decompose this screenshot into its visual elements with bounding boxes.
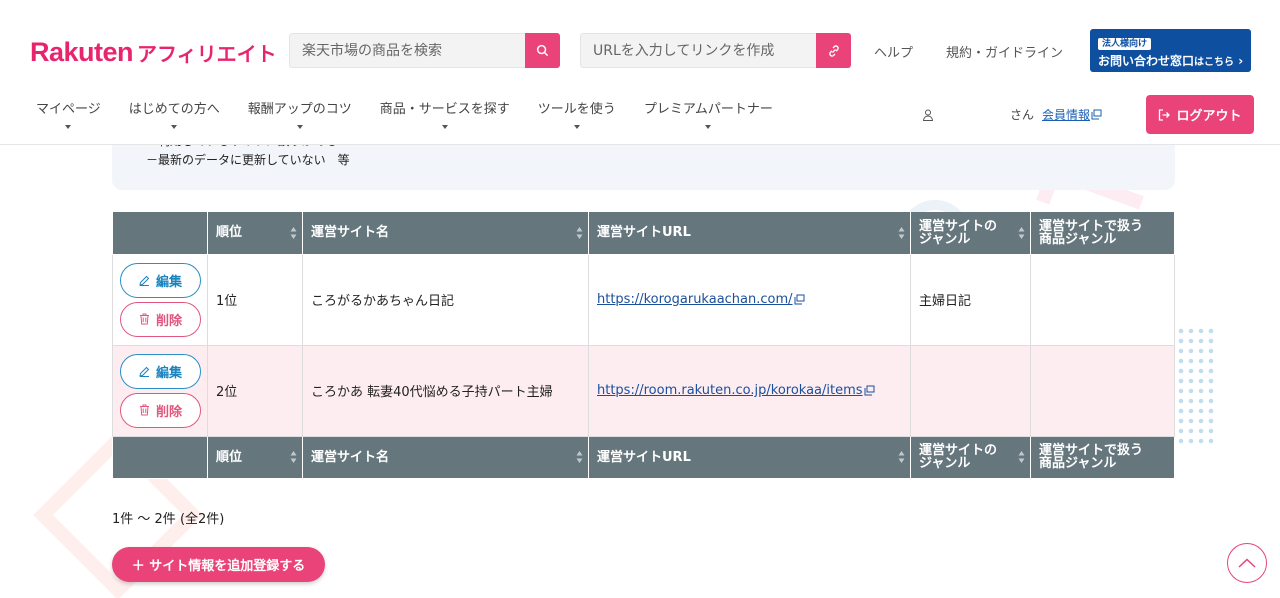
chevron-down-icon [705,125,712,129]
site-url-link[interactable]: https://room.rakuten.co.jp/korokaa/items [597,383,875,398]
chevron-up-icon [1238,558,1256,568]
corporate-tag: 法人様向け [1098,38,1152,50]
sort-icon [576,451,583,463]
trash-icon [139,313,149,325]
table-header-site-name[interactable]: 運営サイト名 [302,212,589,255]
table-footer-product-genre: 運営サイトで扱う 商品ジャンル [1030,436,1175,479]
help-link[interactable]: ヘルプ [874,42,913,61]
table-footer-site-genre[interactable]: 運営サイトの ジャンル [910,436,1031,479]
table-header-rank[interactable]: 順位 [207,212,303,255]
sort-icon [898,226,905,239]
site-url-cell: https://room.rakuten.co.jp/korokaa/items [588,344,911,437]
user-name-suffix: さん [1010,108,1035,122]
edit-button[interactable]: 編集 [120,262,201,298]
link-create [580,33,851,68]
chevron-down-icon [573,125,580,129]
delete-button[interactable]: 削除 [120,392,201,428]
pencil-icon [139,366,150,377]
table-header-site-url[interactable]: 運営サイトURL [588,212,911,255]
chevron-down-icon [171,125,178,129]
sort-icon [1018,451,1025,463]
rakuten-affiliate-logo[interactable]: Rakuten アフィリエイト [30,37,277,68]
site-url-cell: https://korogarukaachan.com/ [588,253,911,346]
site-header: Rakuten アフィリエイト ヘルプ 規約・ガイドライン 法人様向け お問い合… [0,0,1280,145]
nav-item-tips[interactable]: 報酬アップのコツ [234,98,366,129]
table-header-site-genre[interactable]: 運営サイトの ジャンル [910,212,1031,255]
site-genre-cell: 主婦日記 [910,253,1031,346]
nav-item-mypage[interactable]: マイページ [22,98,115,129]
product-search [289,33,560,68]
create-link-button[interactable] [816,33,851,68]
add-site-button[interactable]: ＋ サイト情報を追加登録する [112,547,325,582]
pencil-icon [139,275,150,286]
chevron-down-icon [296,125,303,129]
corporate-main-text: お問い合わせ窓口はこちら › [1098,54,1244,68]
info-line: －最新のデータに更新していない 等 [146,153,350,167]
chevron-down-icon [441,125,448,129]
search-icon [536,44,549,57]
site-genre-cell [910,344,1031,437]
nav-item-beginner[interactable]: はじめての方へ [115,98,234,129]
user-area: さん 会員情報 [922,106,1102,123]
rank-cell: 2位 [207,344,303,437]
table-footer-actions [112,436,208,479]
table-row: 編集 削除 2位 ころかあ 転妻40代悩める子持パート主婦 https://ro… [112,344,1175,437]
result-count: 1件 ～ 2件 (全2件) [112,512,225,527]
external-link-icon [1091,109,1102,120]
row-actions: 編集 削除 [112,253,208,346]
delete-button[interactable]: 削除 [120,301,201,337]
sort-icon [290,226,297,239]
product-genre-cell [1030,253,1175,346]
terms-link[interactable]: 規約・ガイドライン [946,42,1063,61]
nav-item-premium[interactable]: プレミアムパートナー [630,98,787,129]
table-row: 編集 削除 1位 ころがるかあちゃん日記 https://korogarukaa… [112,253,1175,346]
sort-icon [1018,226,1025,239]
corporate-contact-banner[interactable]: 法人様向け お問い合わせ窓口はこちら › [1090,29,1251,72]
nav-item-search-products[interactable]: 商品・サービスを探す [366,98,524,129]
external-link-icon [864,385,875,396]
logout-icon [1159,108,1171,121]
sort-icon [290,451,297,463]
site-url-link[interactable]: https://korogarukaachan.com/ [597,292,805,307]
table-footer-rank[interactable]: 順位 [207,436,303,479]
logo-main-text: Rakuten [30,37,134,67]
user-icon [922,109,934,121]
table-header-product-genre: 運営サイトで扱う 商品ジャンル [1030,212,1175,255]
sort-icon [576,226,583,239]
external-link-icon [794,294,805,305]
back-to-top-button[interactable] [1227,543,1267,583]
url-input[interactable] [580,33,816,68]
link-icon [828,44,839,57]
rank-cell: 1位 [207,253,303,346]
site-name-cell: ころかあ 転妻40代悩める子持パート主婦 [302,344,589,437]
product-search-input[interactable] [289,33,525,68]
member-info-link[interactable]: 会員情報 [1042,106,1102,123]
logo-sub-text: アフィリエイト [137,42,277,66]
site-table: 順位 運営サイト名 運営サイトURL 運営サイトの ジャンル 運営サイトで扱う … [112,212,1175,479]
nav-item-tools[interactable]: ツールを使う [524,98,630,129]
table-footer-site-url[interactable]: 運営サイトURL [588,436,911,479]
logout-button[interactable]: ログアウト [1146,95,1254,134]
product-genre-cell [1030,344,1175,437]
table-footer-site-name[interactable]: 運営サイト名 [302,436,589,479]
edit-button[interactable]: 編集 [120,353,201,389]
table-header-actions [112,212,208,255]
row-actions: 編集 削除 [112,344,208,437]
main-nav: マイページ はじめての方へ 報酬アップのコツ 商品・サービスを探す ツールを使う… [22,98,787,129]
background-decoration [1176,326,1216,446]
trash-icon [139,404,149,416]
chevron-down-icon [65,125,72,129]
site-name-cell: ころがるかあちゃん日記 [302,253,589,346]
sort-icon [898,451,905,463]
search-button[interactable] [525,33,560,68]
